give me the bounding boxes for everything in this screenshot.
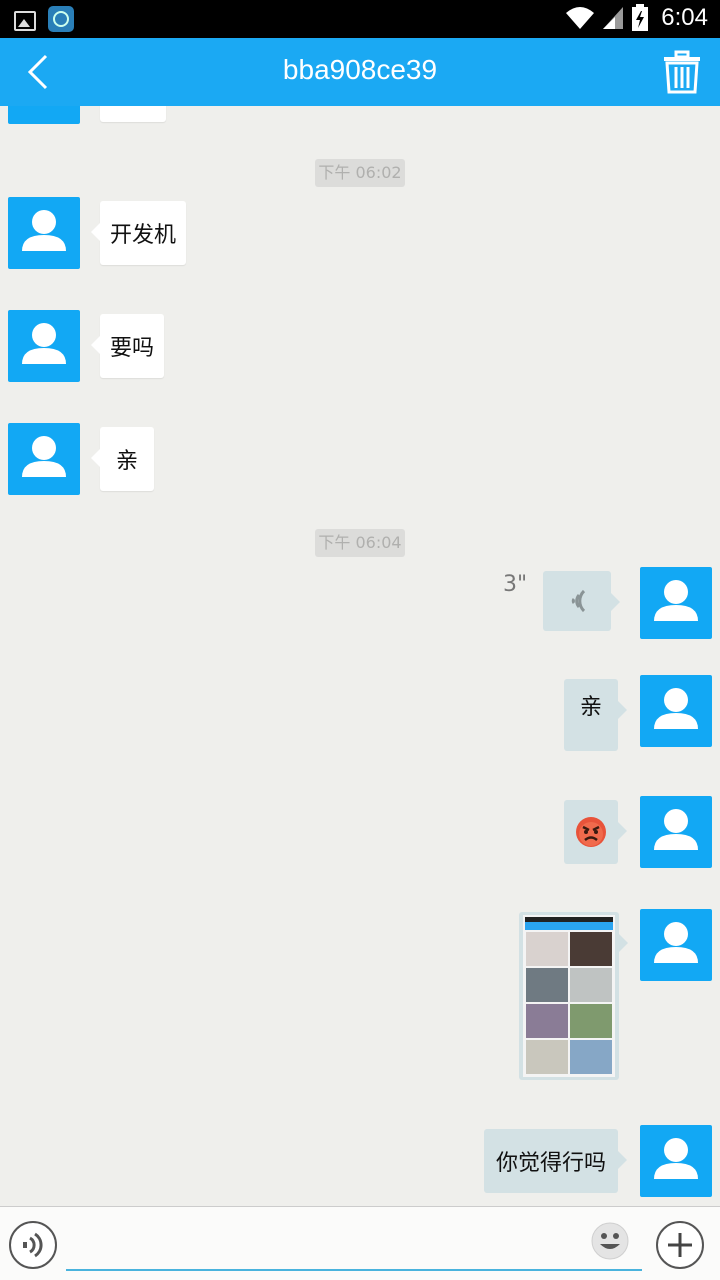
voice-duration: 3" (503, 572, 528, 597)
more-options-button[interactable] (656, 1221, 704, 1269)
incoming-message-bubble[interactable]: 亲 (90, 427, 155, 491)
outgoing-message-bubble[interactable]: 亲 (564, 679, 627, 751)
self-avatar[interactable] (640, 567, 712, 639)
self-avatar[interactable] (640, 675, 712, 747)
plus-icon (668, 1233, 692, 1257)
voice-wave-icon (571, 589, 586, 613)
incoming-message-bubble[interactable]: 开发机 (90, 201, 187, 265)
self-avatar[interactable] (640, 796, 712, 868)
message-input-bar (0, 1206, 720, 1280)
voice-message-bubble[interactable] (543, 571, 620, 631)
incoming-message-bubble[interactable]: 要吗 (90, 314, 165, 378)
self-avatar[interactable] (640, 909, 712, 981)
app-notification-icon (48, 6, 74, 32)
message-text: 亲 (579, 695, 602, 720)
message-text: 开发机 (110, 223, 177, 248)
smiley-icon (591, 1222, 629, 1260)
contact-avatar[interactable] (8, 310, 80, 382)
clock: 6:04 (661, 4, 708, 31)
conversation-title: bba908ce39 (282, 54, 438, 85)
voice-toggle-icon (23, 1232, 43, 1258)
message-timestamp: 下午 06:04 (315, 529, 405, 557)
delete-conversation-button[interactable] (662, 50, 702, 94)
voice-toggle-button[interactable] (9, 1221, 57, 1269)
message-text: 你觉得行吗 (495, 1151, 606, 1176)
chat-header: bba908ce39 (0, 38, 720, 106)
message-input[interactable] (66, 1221, 642, 1271)
message-timestamp: 下午 06:02 (315, 159, 405, 187)
self-avatar[interactable] (640, 1125, 712, 1197)
angry-face-emoji-icon (576, 817, 606, 847)
wifi-icon (566, 7, 595, 29)
contact-avatar[interactable] (8, 197, 80, 269)
screenshot-thumbnail-image (523, 915, 615, 1077)
signal-icon (603, 7, 624, 29)
image-icon (14, 10, 36, 31)
contact-avatar[interactable] (8, 106, 80, 124)
message-list[interactable]: 下午 06:02 开发机 要吗 亲 下午 06:04 3" 亲 你觉得行吗 (0, 106, 720, 1206)
emoji-message-bubble[interactable] (564, 800, 627, 864)
outgoing-message-bubble[interactable]: 你觉得行吗 (484, 1129, 627, 1193)
trash-icon (664, 50, 700, 94)
status-bar: 6:04 (0, 0, 720, 38)
incoming-message-bubble[interactable] (100, 106, 166, 122)
emoji-button[interactable] (590, 1221, 630, 1261)
message-text: 亲 (116, 449, 139, 474)
image-message-bubble[interactable] (519, 912, 628, 1080)
message-text: 要吗 (110, 336, 155, 361)
contact-avatar[interactable] (8, 423, 80, 495)
battery-icon (632, 4, 649, 31)
